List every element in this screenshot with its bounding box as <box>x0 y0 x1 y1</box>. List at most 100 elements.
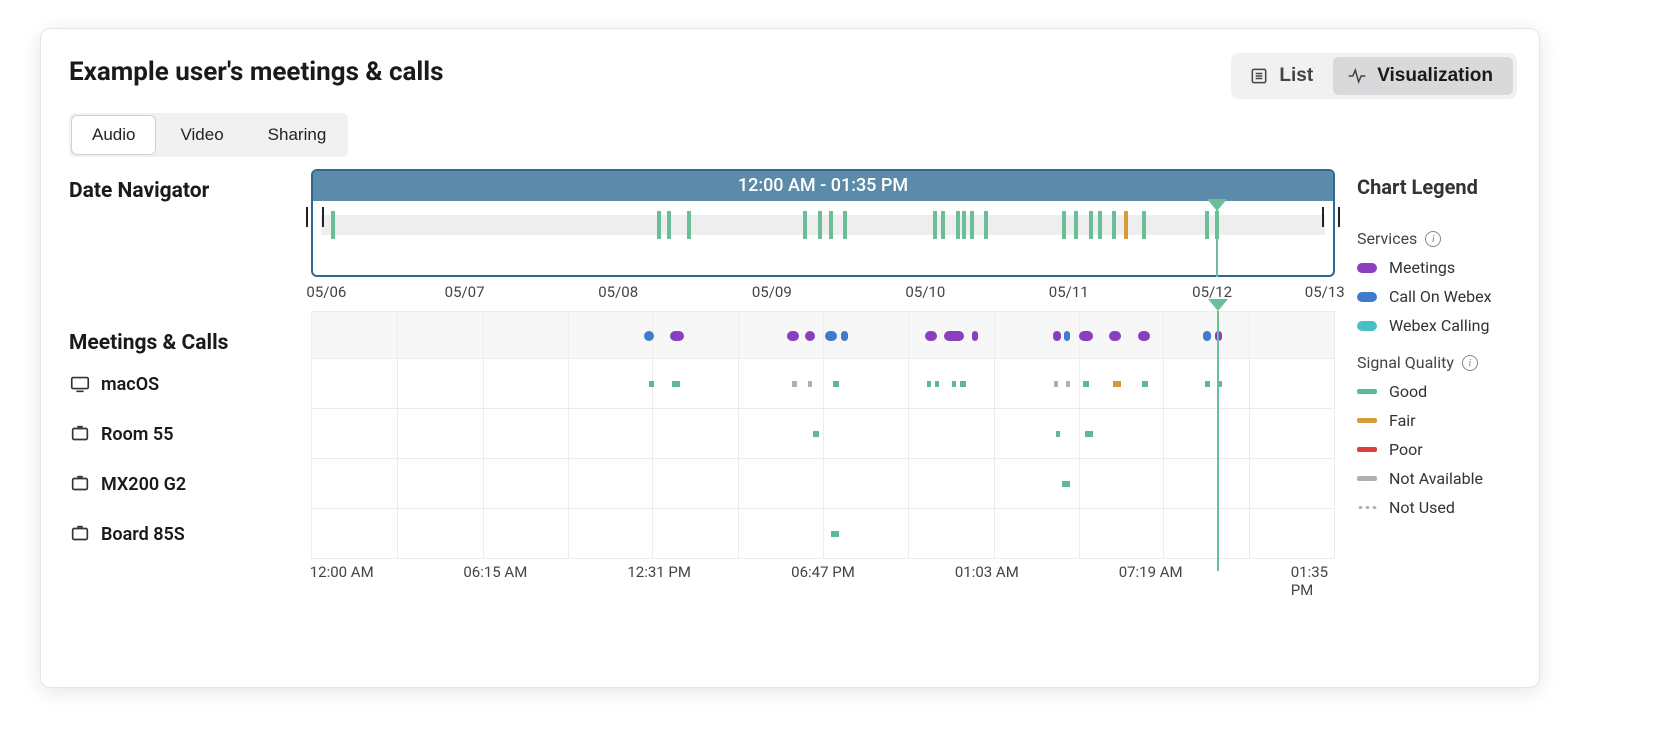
legend-item: Meetings <box>1357 258 1515 277</box>
timeline-tick-label: 12:31 PM <box>627 563 691 581</box>
row-label: MX200 G2 <box>101 474 186 495</box>
date-navigator-selection[interactable]: 12:00 AM - 01:35 PM <box>311 169 1335 277</box>
timeline-tick-label: 06:15 AM <box>463 563 527 581</box>
event-pill[interactable] <box>805 331 815 341</box>
date-navigator-tick-label: 05/06 <box>306 283 346 301</box>
signal-tick[interactable] <box>1113 381 1121 387</box>
signal-tick[interactable] <box>833 381 839 387</box>
date-navigator-body <box>313 201 1333 277</box>
signal-tick[interactable] <box>1062 481 1070 487</box>
signal-tick[interactable] <box>960 381 966 387</box>
date-navigator-event <box>1142 211 1146 239</box>
event-pill[interactable] <box>825 331 837 341</box>
view-visualization-label: Visualization <box>1377 65 1493 87</box>
date-navigator-event <box>933 211 937 239</box>
date-navigator-tick-label: 05/13 <box>1305 283 1345 301</box>
section-date-navigator: Date Navigator <box>69 179 209 203</box>
legend-label: Fair <box>1389 411 1416 430</box>
legend-item: Not Available <box>1357 469 1515 488</box>
timeline-row-label-summary <box>69 311 309 359</box>
timeline-row-summary <box>311 311 1335 359</box>
date-navigator-marks <box>321 211 1325 239</box>
event-pill[interactable] <box>841 331 847 341</box>
signal-tick[interactable] <box>831 531 839 537</box>
timeline-row-label-macos: macOS <box>69 359 309 409</box>
legend-item: Call On Webex <box>1357 287 1515 306</box>
signal-tick[interactable] <box>935 381 939 387</box>
signal-tick[interactable] <box>813 431 819 437</box>
date-navigator: 12:00 AM - 01:35 PM 05/0605/0705/0805/09… <box>311 169 1335 305</box>
timeline-cursor[interactable] <box>1217 311 1219 571</box>
signal-tick[interactable] <box>927 381 931 387</box>
event-pill[interactable] <box>1109 331 1121 341</box>
legend-swatch <box>1357 476 1377 481</box>
row-label: Board 85S <box>101 524 185 545</box>
date-navigator-event <box>829 211 833 239</box>
signal-tick[interactable] <box>952 381 956 387</box>
chart-legend: Chart Legend Services i MeetingsCall On … <box>1357 175 1515 527</box>
legend-label: Poor <box>1389 440 1423 459</box>
event-pill[interactable] <box>1079 331 1093 341</box>
date-navigator-handle-left[interactable] <box>312 201 318 277</box>
timeline-row-label-board85s: Board 85S <box>69 509 309 559</box>
date-navigator-event <box>1074 211 1078 239</box>
legend-item: Fair <box>1357 411 1515 430</box>
timeline-row-macos <box>311 359 1335 409</box>
view-visualization-button[interactable]: Visualization <box>1333 57 1513 95</box>
signal-tick[interactable] <box>1083 381 1089 387</box>
event-pill[interactable] <box>1053 331 1061 341</box>
legend-swatch <box>1357 321 1377 331</box>
legend-services-title: Services i <box>1357 229 1515 248</box>
row-label: macOS <box>101 374 159 395</box>
timeline-gridlines <box>312 509 1334 558</box>
info-icon[interactable]: i <box>1462 355 1478 371</box>
event-pill[interactable] <box>972 331 978 341</box>
signal-tick[interactable] <box>1054 381 1058 387</box>
event-pill[interactable] <box>944 331 964 341</box>
date-navigator-range-label: 12:00 AM - 01:35 PM <box>313 171 1333 201</box>
date-navigator-event <box>331 211 335 239</box>
desktop-icon <box>69 373 91 395</box>
signal-tick[interactable] <box>1056 431 1060 437</box>
page-title: Example user's meetings & calls <box>69 57 444 87</box>
date-navigator-event <box>1089 211 1093 239</box>
event-pill[interactable] <box>1064 331 1070 341</box>
legend-item: Good <box>1357 382 1515 401</box>
legend-signal-quality-label: Signal Quality <box>1357 353 1454 372</box>
legend-signal-quality-title: Signal Quality i <box>1357 353 1515 372</box>
event-pill[interactable] <box>1138 331 1150 341</box>
signal-tick[interactable] <box>792 381 797 387</box>
signal-tick[interactable] <box>1142 381 1148 387</box>
device-icon <box>69 523 91 545</box>
event-pill[interactable] <box>670 331 684 341</box>
timeline-row-label-room55: Room 55 <box>69 409 309 459</box>
view-list-button[interactable]: List <box>1235 57 1333 95</box>
date-navigator-event <box>941 211 945 239</box>
date-navigator-cursor[interactable] <box>1216 201 1218 277</box>
signal-tick[interactable] <box>808 381 812 387</box>
info-icon[interactable]: i <box>1425 231 1441 247</box>
timeline-tick-label: 07:19 AM <box>1119 563 1183 581</box>
date-navigator-event <box>803 211 807 239</box>
timeline-tick-label: 01:03 AM <box>955 563 1019 581</box>
signal-tick[interactable] <box>1205 381 1210 387</box>
date-navigator-handle-right[interactable] <box>1328 201 1334 277</box>
signal-tick[interactable] <box>649 381 654 387</box>
signal-tick[interactable] <box>1066 381 1070 387</box>
date-navigator-event <box>1112 211 1116 239</box>
date-navigator-event <box>843 211 847 239</box>
date-navigator-event <box>956 211 960 239</box>
event-pill[interactable] <box>1203 331 1211 341</box>
date-navigator-xaxis: 05/0605/0705/0805/0905/1005/1105/1205/13 <box>311 283 1335 305</box>
legend-swatch <box>1357 505 1377 510</box>
legend-services-label: Services <box>1357 229 1417 248</box>
tab-audio[interactable]: Audio <box>71 115 156 155</box>
legend-swatch <box>1357 389 1377 394</box>
device-icon <box>69 473 91 495</box>
signal-tick[interactable] <box>1085 431 1093 437</box>
date-navigator-event <box>657 211 661 239</box>
tab-video[interactable]: Video <box>158 115 245 155</box>
date-navigator-event <box>667 211 671 239</box>
signal-tick[interactable] <box>672 381 680 387</box>
tab-sharing[interactable]: Sharing <box>246 115 349 155</box>
